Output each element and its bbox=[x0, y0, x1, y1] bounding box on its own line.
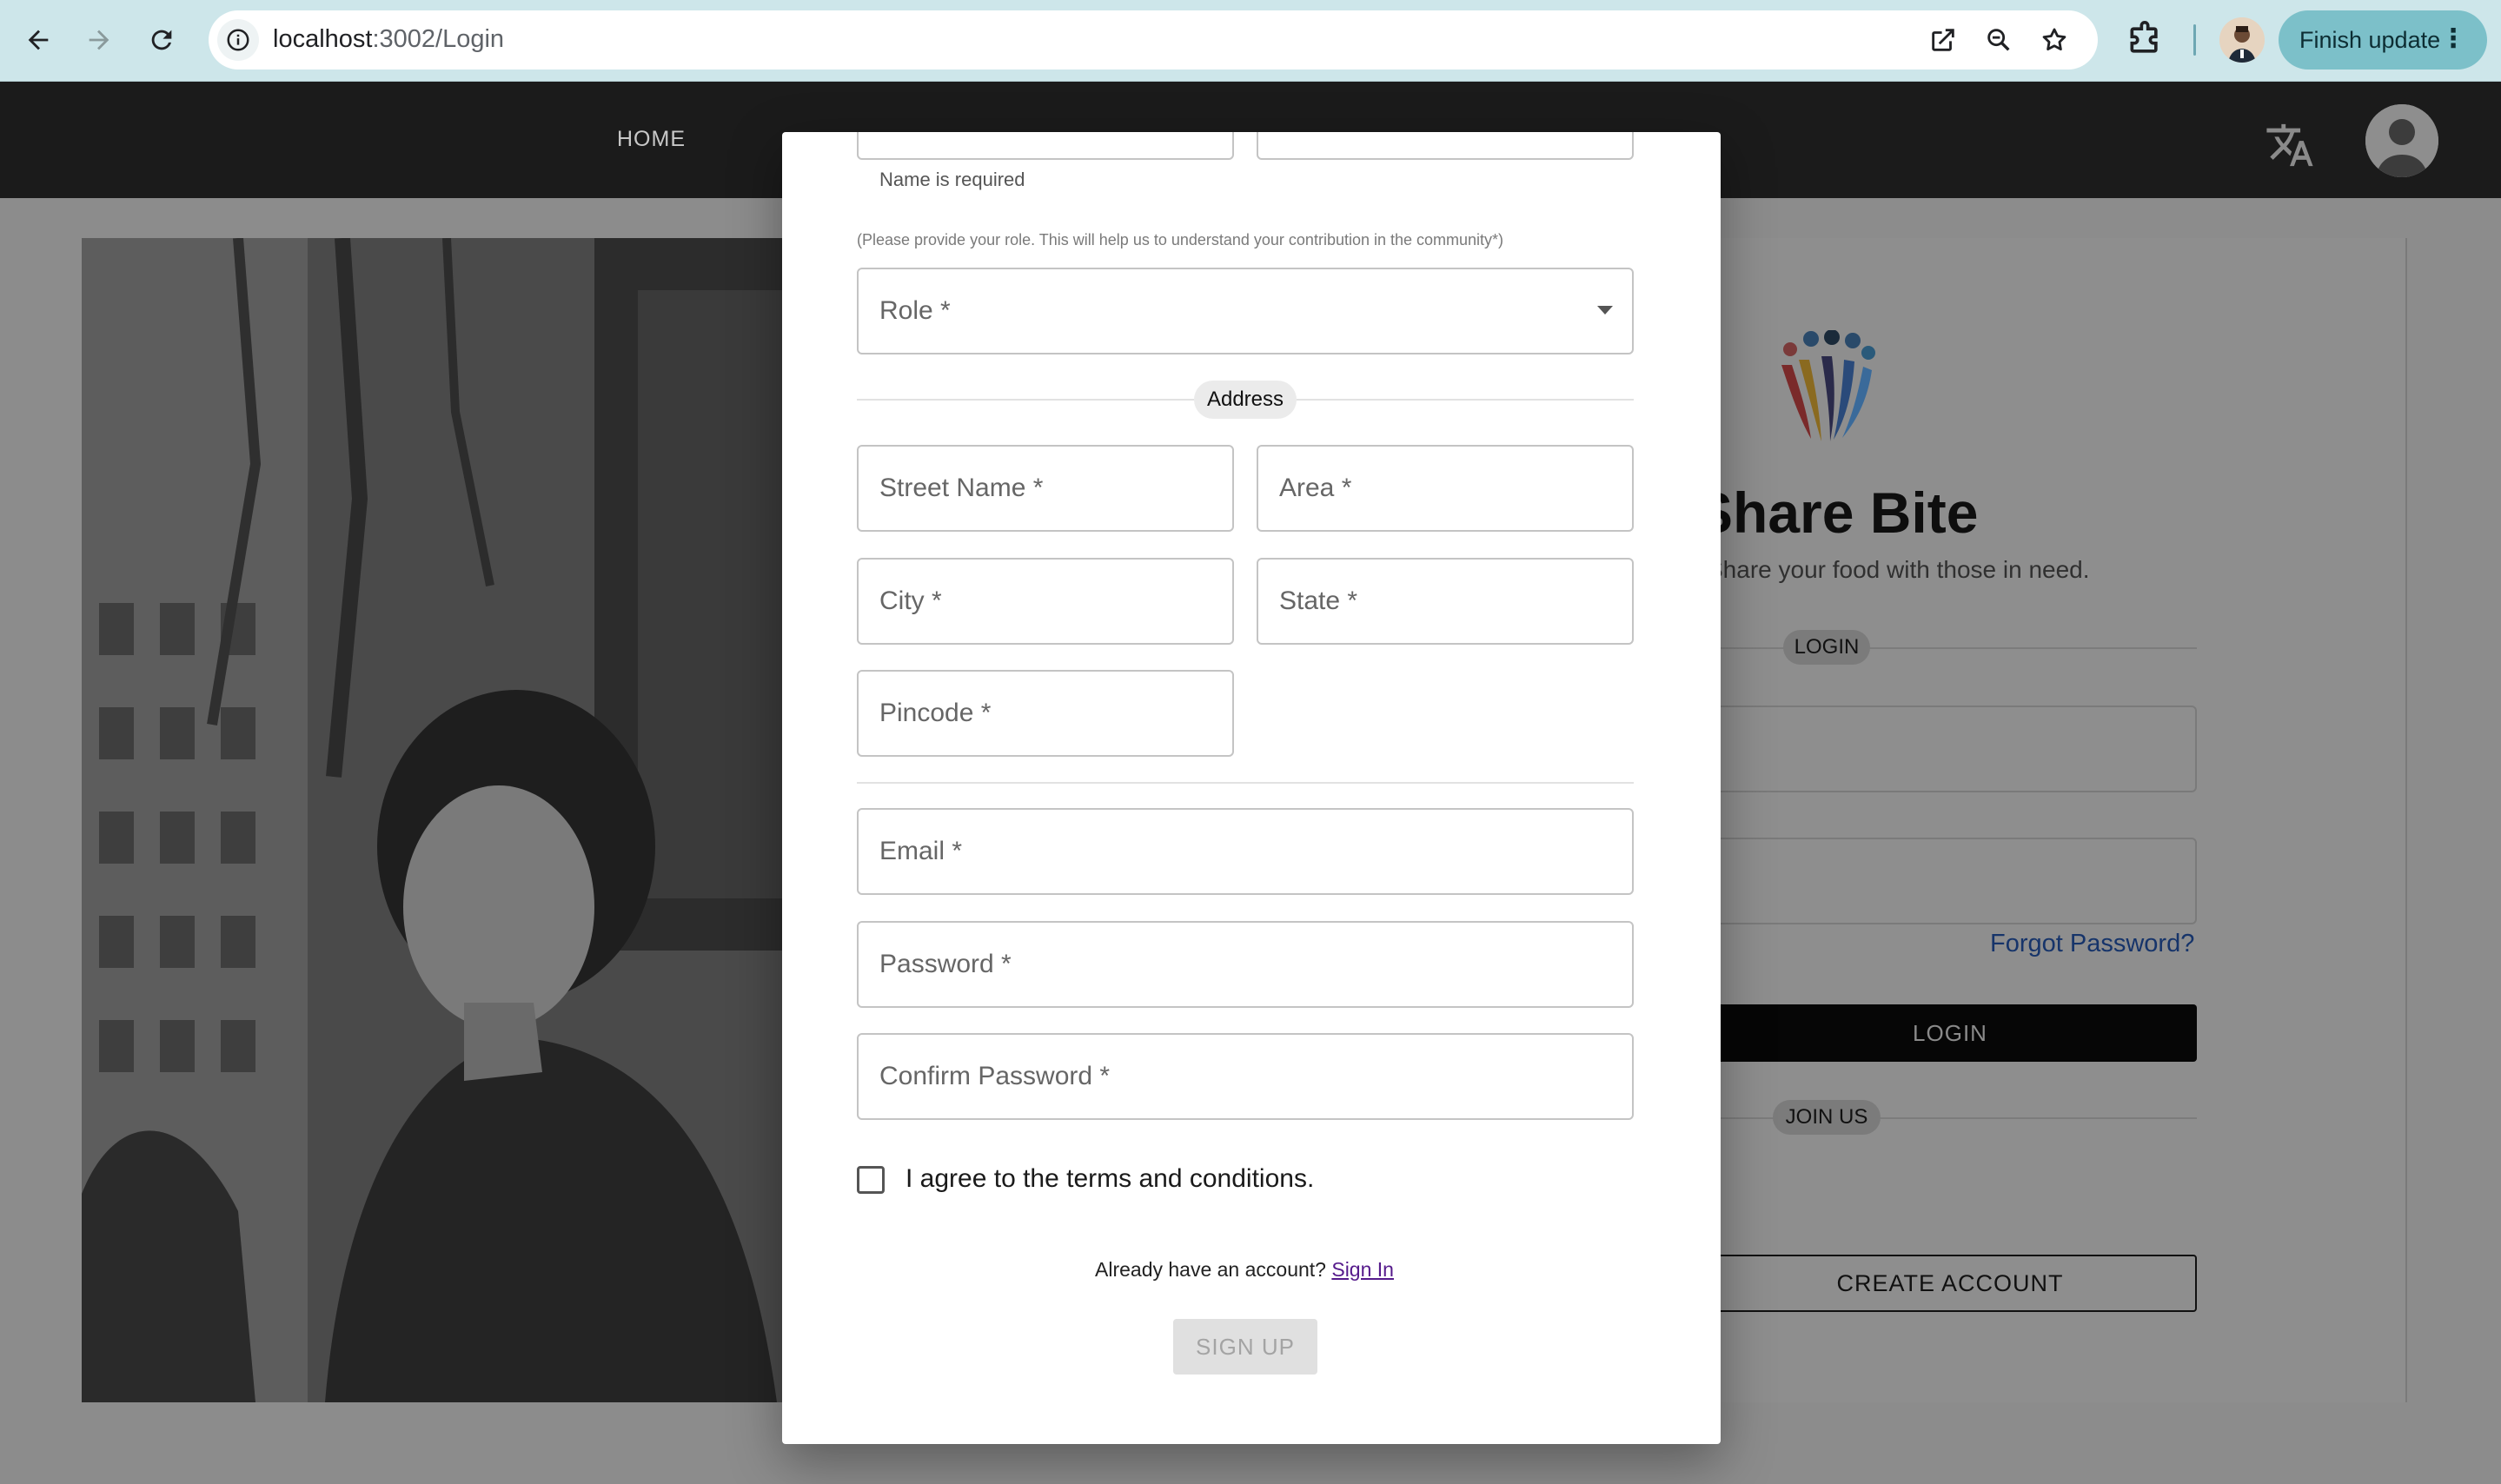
login-button[interactable]: LOGIN bbox=[1703, 1004, 2197, 1062]
role-label: Role * bbox=[879, 296, 951, 325]
email-label: Email * bbox=[879, 837, 963, 865]
address-divider-chip: Address bbox=[1194, 381, 1297, 419]
section-divider bbox=[857, 782, 1634, 784]
name-field[interactable] bbox=[857, 132, 1234, 160]
reload-icon bbox=[151, 30, 172, 50]
info-icon bbox=[227, 29, 249, 51]
login-divider-chip: LOGIN bbox=[1783, 630, 1870, 665]
area-label: Area * bbox=[1279, 474, 1352, 502]
sign-up-button[interactable]: SIGN UP bbox=[1173, 1319, 1317, 1375]
join-divider-chip: JOIN US bbox=[1773, 1100, 1881, 1135]
bookmark-star-icon[interactable] bbox=[2037, 23, 2072, 57]
create-account-button[interactable]: CREATE ACCOUNT bbox=[1703, 1255, 2197, 1312]
state-field[interactable]: State * bbox=[1257, 558, 1634, 645]
share-bite-logo bbox=[1781, 330, 1875, 441]
role-select[interactable]: Role * bbox=[857, 268, 1634, 354]
reload-button[interactable] bbox=[139, 17, 184, 63]
toolbar-separator bbox=[2193, 24, 2196, 56]
confirm-password-field[interactable]: Confirm Password * bbox=[857, 1033, 1634, 1120]
brand-name: Share Bite bbox=[1695, 480, 1979, 545]
city-label: City * bbox=[879, 586, 942, 615]
finish-update-button[interactable]: Finish update ⋮ bbox=[2279, 10, 2487, 70]
dropdown-arrow-icon bbox=[1597, 306, 1613, 315]
address-bar[interactable]: localhost:3002/Login bbox=[209, 10, 2098, 70]
already-account-text: Already have an account? Sign In bbox=[1095, 1258, 1394, 1282]
extensions-puzzle-icon[interactable] bbox=[2126, 21, 2164, 59]
role-note: (Please provide your role. This will hel… bbox=[857, 231, 1504, 248]
finish-update-label: Finish update bbox=[2299, 26, 2441, 53]
back-button[interactable] bbox=[16, 17, 61, 63]
pincode-field[interactable]: Pincode * bbox=[857, 670, 1234, 757]
profile-avatar[interactable] bbox=[2219, 17, 2265, 63]
forgot-password-link[interactable]: Forgot Password? bbox=[1990, 930, 2194, 958]
already-account-label: Already have an account? bbox=[1095, 1258, 1326, 1281]
city-field[interactable]: City * bbox=[857, 558, 1234, 645]
forward-button[interactable] bbox=[76, 17, 122, 63]
last-name-field[interactable] bbox=[1257, 132, 1634, 160]
login-email-field[interactable] bbox=[1703, 706, 2197, 792]
nav-home-link[interactable]: HOME bbox=[617, 127, 686, 152]
street-name-label: Street Name * bbox=[879, 474, 1044, 502]
area-field[interactable]: Area * bbox=[1257, 445, 1634, 532]
open-in-new-icon[interactable] bbox=[1926, 23, 1960, 57]
sign-in-link[interactable]: Sign In bbox=[1331, 1258, 1394, 1281]
password-field[interactable]: Password * bbox=[857, 921, 1634, 1008]
signup-modal: Name is required (Please provide your ro… bbox=[782, 132, 1721, 1444]
confirm-password-label: Confirm Password * bbox=[879, 1062, 1111, 1090]
street-name-field[interactable]: Street Name * bbox=[857, 445, 1234, 532]
zoom-icon[interactable] bbox=[1981, 23, 2016, 57]
login-divider-line bbox=[1703, 647, 2197, 649]
translate-icon[interactable] bbox=[2265, 120, 2315, 170]
email-field[interactable]: Email * bbox=[857, 808, 1634, 895]
browser-toolbar: localhost:3002/Login Finish update ⋮ bbox=[0, 0, 2501, 82]
kebab-menu-icon[interactable]: ⋮ bbox=[2440, 24, 2466, 54]
site-info-button[interactable] bbox=[217, 19, 259, 61]
terms-label[interactable]: I agree to the terms and conditions. bbox=[906, 1164, 1314, 1194]
arrow-right-icon bbox=[89, 30, 109, 50]
arrow-left-icon bbox=[28, 30, 49, 50]
state-label: State * bbox=[1279, 586, 1358, 615]
url-text[interactable]: localhost:3002/Login bbox=[273, 25, 504, 54]
pincode-label: Pincode * bbox=[879, 699, 992, 727]
brand-tagline: Share your food with those in need. bbox=[1707, 556, 2090, 583]
password-label: Password * bbox=[879, 950, 1012, 978]
terms-checkbox[interactable] bbox=[857, 1166, 885, 1194]
name-helper-text: Name is required bbox=[879, 169, 1025, 190]
login-password-field[interactable] bbox=[1703, 838, 2197, 924]
account-avatar-icon[interactable] bbox=[2365, 104, 2438, 177]
